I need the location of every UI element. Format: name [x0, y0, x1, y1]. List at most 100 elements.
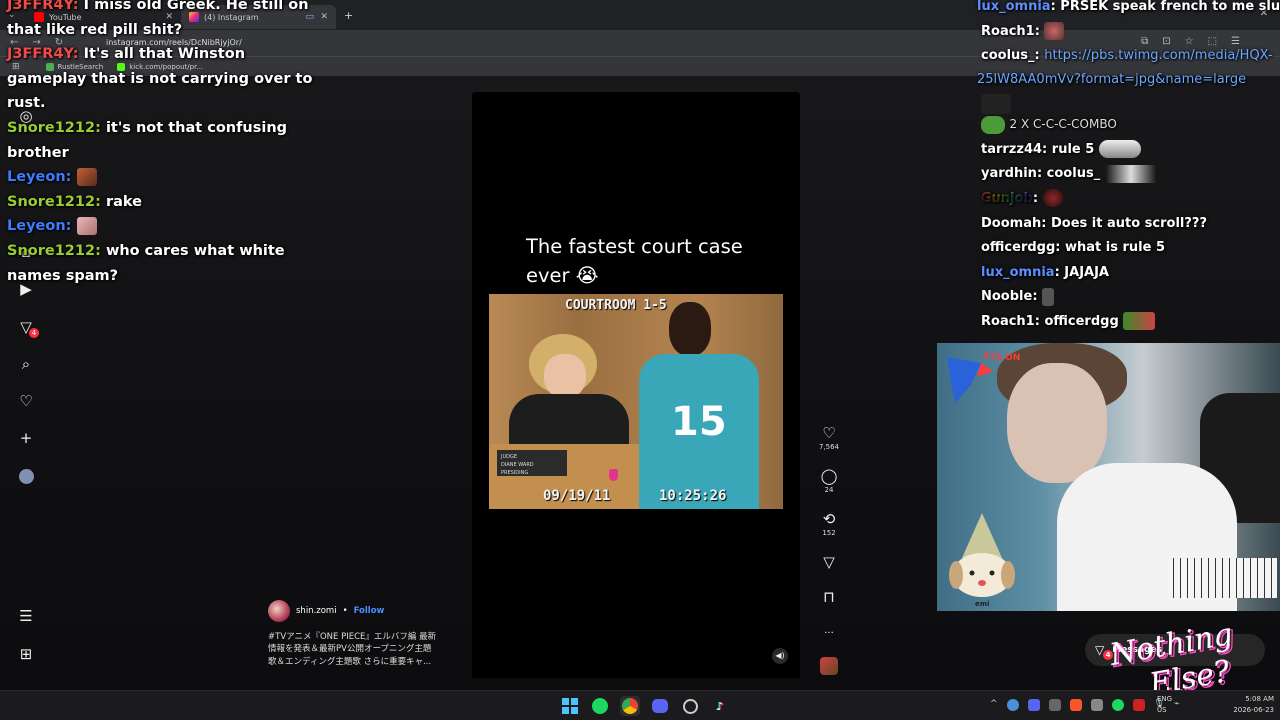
tray-app-icon[interactable]: [1090, 699, 1103, 711]
share-icon: ▽: [823, 553, 835, 571]
tiktok-icon[interactable]: ♪: [710, 696, 730, 716]
system-clock[interactable]: 5:08 AM 2026-06-23: [1233, 694, 1274, 716]
emote-icon: [1044, 22, 1065, 41]
cat-emote-icon: [76, 217, 97, 236]
clock-date: 2026-06-23: [1233, 706, 1274, 714]
chat-text: coolus_: [1046, 166, 1101, 182]
comment-icon: ◯: [820, 467, 838, 485]
chat-text: officerdgg: [1044, 313, 1119, 329]
close-tab-icon[interactable]: ✕: [320, 12, 328, 22]
combo-text: 2 X C-C-C-COMBO: [1009, 117, 1117, 132]
tray-app-icon[interactable]: ⌁: [1174, 699, 1179, 711]
create-icon[interactable]: +: [14, 426, 38, 450]
language-indicator[interactable]: ENG US: [1157, 694, 1172, 716]
like-button[interactable]: ♡ 7,564: [816, 424, 842, 451]
new-tab-button[interactable]: +: [344, 9, 353, 22]
clip-label: COURTROOM 1-5: [565, 298, 667, 313]
direct-icon[interactable]: ▽ 4: [14, 315, 39, 339]
author-row: shin.zomi • Follow: [268, 600, 384, 622]
menu-icon[interactable]: ☰: [14, 604, 38, 628]
mouse-cursor-icon: [609, 469, 618, 481]
repost-button[interactable]: ⟲ 152: [816, 510, 842, 537]
screen: ⌄ YouTube ✕ (4) Instagram ▭ ✕ + ✕ ← → ↻ …: [0, 0, 1280, 720]
chat-message: Leyeon:: [7, 214, 317, 239]
tray-app-icon[interactable]: [1132, 699, 1145, 711]
chat-message: Gunjob:: [977, 187, 1280, 212]
emote-icon: [1042, 189, 1063, 208]
author-name[interactable]: shin.zomi: [296, 606, 337, 616]
emote-icon: [1123, 312, 1156, 331]
chat-username: Leyeon: [7, 218, 66, 235]
follow-button[interactable]: Follow: [354, 606, 385, 616]
tray-discord-icon[interactable]: [1027, 699, 1040, 711]
chat-text: rule 5: [1051, 141, 1095, 157]
clip-date: 09/19/11: [543, 488, 611, 504]
audio-avatar[interactable]: [820, 657, 838, 675]
chat-text: rake: [105, 193, 142, 210]
chat-message: Snore1212: rake: [7, 193, 142, 210]
chat-text: PRSEK speak french to me slut\: [1060, 0, 1280, 14]
apps-icon[interactable]: ⊞: [14, 642, 38, 666]
chat-message: J3FFR4Y: It's all that Winston gameplay …: [7, 46, 313, 112]
like-count: 7,564: [818, 443, 840, 451]
clock-time: 5:08 AM: [1245, 695, 1274, 703]
piano-keys: [1167, 558, 1277, 598]
chat-username: lux_omnia: [977, 0, 1051, 14]
jersey-number: 15: [671, 399, 727, 445]
chat-username: Snore1212: [7, 193, 96, 210]
share-button[interactable]: ▽: [816, 553, 842, 571]
chat-username: tarrzz44: [981, 141, 1043, 157]
nothing-else-logo: Nothing Else? Nothing Else?: [1106, 618, 1238, 700]
chat-username: Roach1: [981, 23, 1035, 39]
chat-username: J3FFR4Y: [7, 46, 73, 63]
search-icon[interactable]: ⌕: [14, 352, 38, 376]
chat-username: Doomah: [981, 215, 1042, 231]
chat-message: Roach1:: [977, 20, 1280, 45]
repost-count: 152: [822, 529, 836, 537]
reel-description[interactable]: #TVアニメ『ONE PIECE』エルバフ編 最新 情報を発表＆最新PV公開オー…: [268, 631, 453, 668]
windows-start-icon[interactable]: [560, 696, 580, 716]
chat-message: officerdgg: what is rule 5: [981, 240, 1166, 256]
tray-app-icon[interactable]: [1006, 699, 1019, 711]
chat-username: Gunjob: [981, 190, 1033, 206]
reel-video[interactable]: The fastest court case ever 😭 15 COURTRO…: [472, 92, 800, 678]
video-caption: The fastest court case ever 😭: [526, 235, 743, 287]
courtroom-clip: 15 COURTROOM 1-5 09/19/11 10:25:26 JUDGE…: [489, 294, 783, 509]
emote-icon: [1104, 164, 1157, 183]
clip-time: 10:25:26: [659, 488, 727, 504]
heart-icon: ♡: [822, 424, 836, 442]
chat-username: Snore1212: [7, 119, 96, 136]
more-icon: ...: [824, 625, 834, 636]
spotify-icon[interactable]: [590, 696, 610, 716]
chat-username: officerdgg: [981, 240, 1056, 256]
emote-icon: [1042, 287, 1055, 306]
image-thumbnail-icon: [981, 93, 1011, 114]
tray-steam-icon[interactable]: [1048, 699, 1061, 711]
discord-icon[interactable]: [650, 696, 670, 716]
tray-chevron-icon[interactable]: ^: [990, 699, 998, 711]
mute-icon[interactable]: ◀): [772, 648, 788, 664]
chat-username: coolus_: [981, 48, 1035, 64]
comment-count: 24: [824, 486, 834, 494]
chat-message: 2 X C-C-C-COMBO: [977, 112, 1280, 138]
nameplate: JUDGE DIANE WARD PRESIDING: [497, 450, 567, 476]
chat-username: Roach1: [981, 313, 1035, 329]
chat-message: Snore1212: it's not that confusing broth…: [7, 119, 288, 161]
save-button[interactable]: ⊓: [816, 588, 842, 606]
windows-taskbar: ♪ ^ 🎙 ⌁ ENG US 5:08 AM 2026-06-23: [0, 690, 1280, 720]
chrome-icon[interactable]: [620, 696, 640, 716]
chat-username: Snore1212: [7, 242, 96, 259]
tray-brave-icon[interactable]: [1069, 699, 1082, 711]
gnome-mascot-icon: [949, 513, 1015, 597]
chat-username: lux_omnia: [981, 264, 1055, 280]
comment-button[interactable]: ◯ 24: [816, 467, 842, 494]
more-button[interactable]: ...: [816, 622, 842, 640]
author-avatar[interactable]: [268, 600, 290, 622]
tray-spotify-icon[interactable]: [1111, 699, 1124, 711]
chat-message: lux_omnia: JAJAJA: [981, 264, 1109, 280]
heart-icon[interactable]: ♡: [14, 389, 38, 413]
chat-text: JAJAJA: [1064, 264, 1109, 280]
steam-icon[interactable]: [680, 696, 700, 716]
chat-username: yardhin: [981, 166, 1037, 182]
profile-avatar[interactable]: [14, 464, 38, 488]
